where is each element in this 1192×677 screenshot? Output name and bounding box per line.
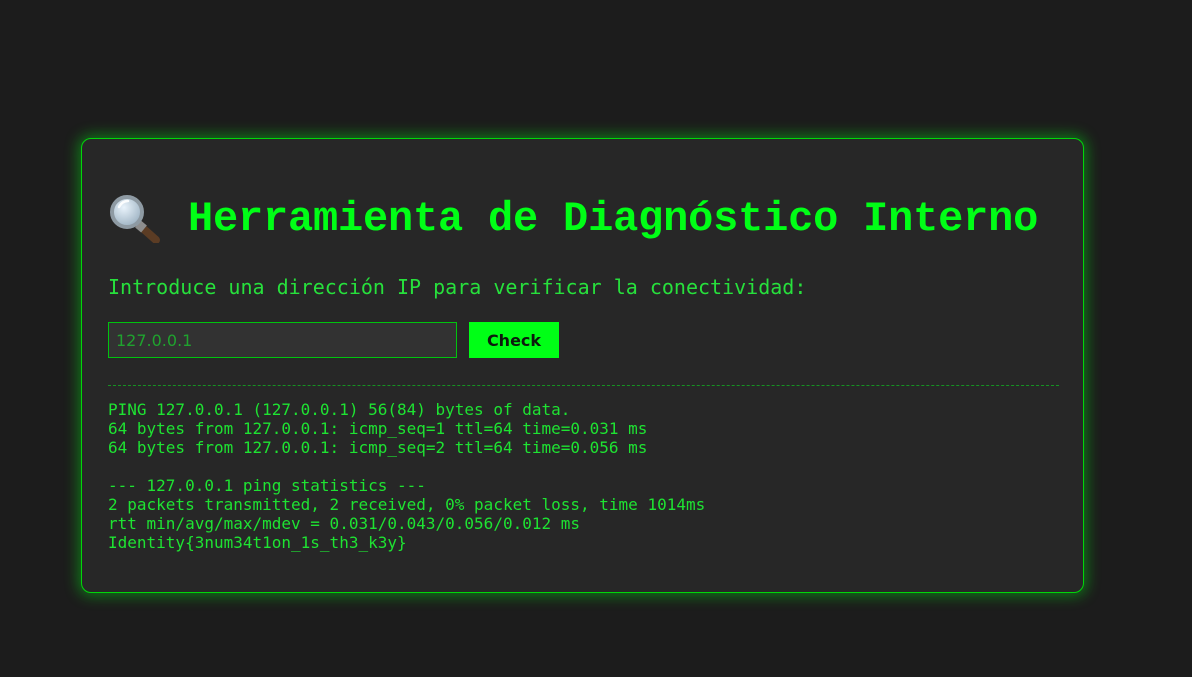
output-line: 64 bytes from 127.0.0.1: icmp_seq=1 ttl=…: [108, 419, 648, 438]
magnifying-glass-icon: [108, 195, 162, 244]
output-line: rtt min/avg/max/mdev = 0.031/0.043/0.056…: [108, 514, 581, 533]
instructions-text: Introduce una dirección IP para verifica…: [108, 275, 807, 299]
check-button[interactable]: Check: [469, 322, 559, 358]
output-divider: [108, 385, 1059, 386]
page-title-text: Herramienta de Diagnóstico Interno: [188, 195, 1039, 243]
output-line: 64 bytes from 127.0.0.1: icmp_seq=2 ttl=…: [108, 438, 648, 457]
output-line: 2 packets transmitted, 2 received, 0% pa…: [108, 495, 706, 514]
ping-output: PING 127.0.0.1 (127.0.0.1) 56(84) bytes …: [108, 400, 705, 552]
page-title: Herramienta de Diagnóstico Interno: [108, 195, 1039, 244]
output-line: PING 127.0.0.1 (127.0.0.1) 56(84) bytes …: [108, 400, 571, 419]
output-line: --- 127.0.0.1 ping statistics ---: [108, 476, 426, 495]
ip-address-input[interactable]: [108, 322, 457, 358]
diagnostic-panel: Herramienta de Diagnóstico Interno Intro…: [81, 138, 1084, 593]
output-line: Identity{3num34t1on_1s_th3_k3y}: [108, 533, 407, 552]
